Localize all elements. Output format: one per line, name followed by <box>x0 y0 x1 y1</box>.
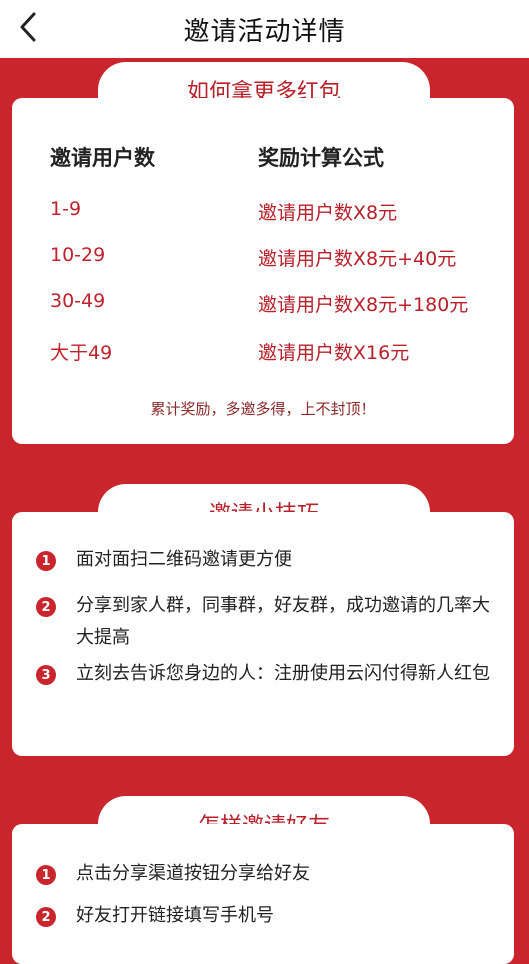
reward-range: 大于49 <box>50 342 113 364</box>
reward-formula: 邀请用户数X16元 <box>258 342 410 364</box>
tips-card: 1 面对面扫二维码邀请更方便 2 分享到家人群，同事群，好友群，成功邀请的几率大… <box>12 512 514 756</box>
list-item: 1 面对面扫二维码邀请更方便 <box>36 548 506 576</box>
reward-formula: 邀请用户数X8元+180元 <box>258 294 469 316</box>
step-number: 2 <box>36 907 56 927</box>
chevron-left-icon <box>20 12 36 42</box>
col-header-users: 邀请用户数 <box>50 146 155 170</box>
reward-card: 邀请用户数 奖励计算公式 1-9 邀请用户数X8元 10-29 邀请用户数X8元… <box>12 98 514 444</box>
step-number: 1 <box>36 865 56 885</box>
page-title: 邀请活动详情 <box>183 16 346 47</box>
list-item: 2 分享到家人群，同事群，好友群，成功邀请的几率大大提高 <box>36 594 506 654</box>
back-button[interactable] <box>10 9 46 45</box>
list-item-text: 点击分享渠道按钮分享给好友 <box>76 863 310 884</box>
list-item-text: 立刻去告诉您身边的人：注册使用云闪付得新人红包 <box>76 663 490 684</box>
col-header-formula: 奖励计算公式 <box>258 146 384 170</box>
reward-formula: 邀请用户数X8元+40元 <box>258 248 457 270</box>
reward-range: 10-29 <box>50 244 106 266</box>
list-item-text: 分享到家人群，同事群，好友群，成功邀请的几率大大提高 <box>76 595 490 648</box>
list-item-text: 面对面扫二维码邀请更方便 <box>76 549 292 570</box>
nav-bar: 邀请活动详情 <box>0 0 529 58</box>
reward-range: 1-9 <box>50 198 82 220</box>
list-item-text: 好友打开链接填写手机号 <box>76 905 274 926</box>
reward-formula: 邀请用户数X8元 <box>258 202 398 224</box>
list-item: 1 点击分享渠道按钮分享给好友 <box>36 862 506 890</box>
step-number: 3 <box>36 665 56 685</box>
reward-note: 累计奖励，多邀多得，上不封顶！ <box>150 400 376 418</box>
step-number: 1 <box>36 551 56 571</box>
step-number: 2 <box>36 597 56 617</box>
list-item: 3 立刻去告诉您身边的人：注册使用云闪付得新人红包 <box>36 662 506 690</box>
howto-card: 1 点击分享渠道按钮分享给好友 2 好友打开链接填写手机号 <box>12 824 514 964</box>
reward-range: 30-49 <box>50 290 106 312</box>
